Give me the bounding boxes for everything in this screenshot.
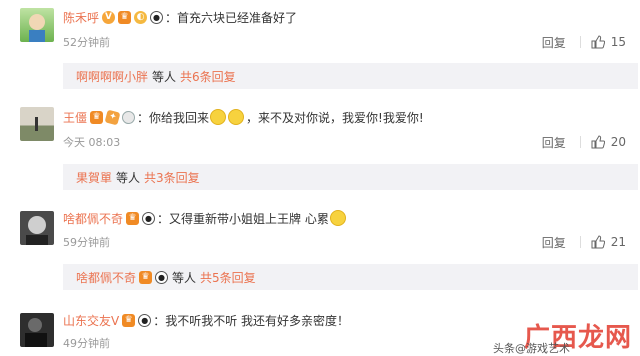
badge-icon: ✦ [104,109,121,125]
username[interactable]: 王僵 [63,109,87,126]
reply-thread-summary[interactable]: 果賀單 等人 共3条回复 [63,164,638,190]
reply-button[interactable]: 回复 [542,234,566,251]
divider [579,36,581,48]
reply-thread-summary[interactable]: 啥都佩不奇 ♛ ● 等人 共5条回复 [63,264,638,290]
username[interactable]: 陈禾呼 [63,9,99,26]
comment-text: ：又得重新带小姐姐上王牌 心累 [157,211,329,226]
timestamp: 52分钟前 [63,36,110,49]
like-count: 21 [610,235,626,249]
medal-icon: ◐ [134,10,148,24]
reply-etc: 等人 [152,69,177,84]
avatar[interactable] [20,107,54,141]
panda-icon: ● [142,211,156,225]
crying-emoji-icon [228,109,245,125]
vip-icon: ♛ [139,270,153,284]
thumbs-up-icon [591,35,605,49]
crying-emoji-icon [210,109,227,125]
like-count: 20 [610,135,626,149]
reply-etc: 等人 [116,170,141,185]
comment-text: ：你给我回来 [137,110,210,125]
clock-icon [122,110,136,124]
panda-icon: ● [150,10,164,24]
vip-icon: ♛ [122,313,136,327]
like-count: 15 [610,35,626,49]
like-button[interactable]: 20 [591,135,626,149]
watermark-caption: 头条@游戏艺术 [493,342,570,355]
reply-author[interactable]: 啥都佩不奇 [76,269,136,286]
avatar[interactable] [20,313,54,347]
reply-count-link[interactable]: 共6条回复 [180,68,236,85]
vip-icon: ♛ [118,10,132,24]
avatar[interactable] [20,211,54,245]
timestamp: 59分钟前 [63,236,110,249]
verified-icon: V [102,10,116,24]
username[interactable]: 山东交友V [63,312,119,329]
avatar[interactable] [20,8,54,42]
like-button[interactable]: 15 [591,35,626,49]
reply-author[interactable]: 啊啊啊啊小胖 [76,68,148,85]
reply-thread-summary[interactable]: 啊啊啊啊小胖 等人 共6条回复 [63,63,638,89]
comment-text: ：我不听我不听 我还有好多亲密度！ [153,313,350,328]
thinking-emoji-icon [329,210,346,226]
comment-text-continued: ，来不及对你说，我爱你!我爱你! [246,110,424,125]
panda-icon: ● [138,313,152,327]
reply-author[interactable]: 果賀單 [76,169,112,186]
username[interactable]: 啥都佩不奇 [63,210,123,227]
reply-button[interactable]: 回复 [542,134,566,151]
thumbs-up-icon [591,135,605,149]
panda-icon: ● [155,270,169,284]
timestamp: 49分钟前 [63,337,110,350]
like-button[interactable]: 21 [591,235,626,249]
reply-button[interactable]: 回复 [542,34,566,51]
reply-count-link[interactable]: 共5条回复 [200,269,256,286]
divider [579,236,581,248]
thumbs-up-icon [591,235,605,249]
divider [579,136,581,148]
timestamp: 今天 08:03 [63,136,121,149]
reply-count-link[interactable]: 共3条回复 [144,169,200,186]
vip-icon: ♛ [90,110,104,124]
reply-etc: 等人 [172,270,197,285]
vip-icon: ♛ [126,211,140,225]
comment-text: ：首充六块已经准备好了 [165,10,298,25]
